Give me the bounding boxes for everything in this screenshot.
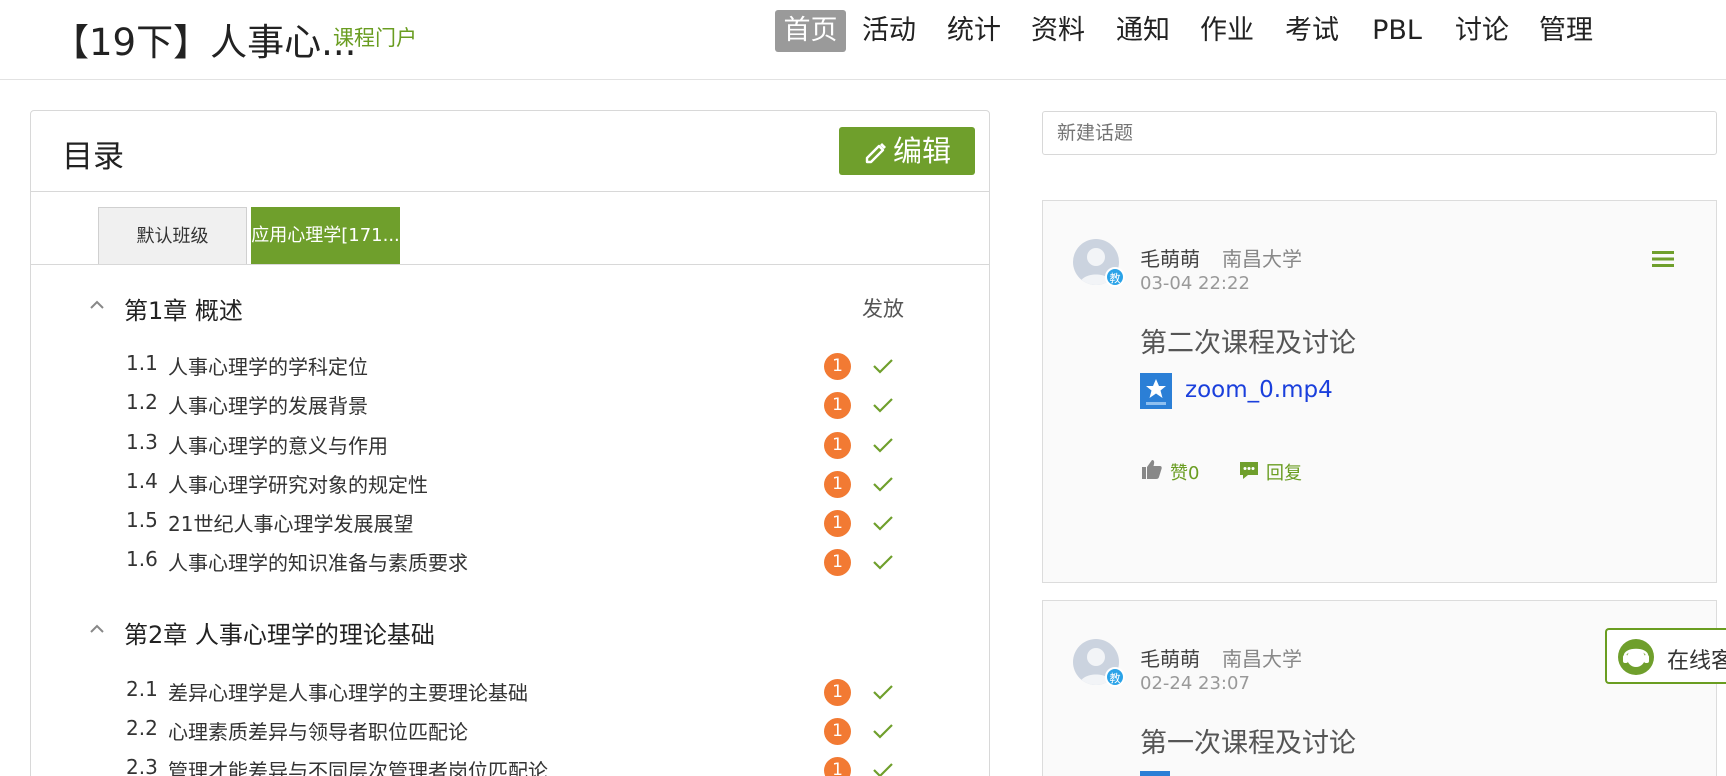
edit-label: 编辑 (892, 134, 951, 168)
section-item[interactable]: 2.2 心理素质差异与领导者职位匹配论 1 (31, 710, 989, 749)
section-number: 1.2 (126, 390, 158, 414)
section-title[interactable]: 心理素质差异与领导者职位匹配论 (168, 716, 468, 745)
teacher-badge: 教 (1105, 267, 1125, 287)
tab-applied-psychology[interactable]: 应用心理学[171... (251, 207, 400, 264)
task-count-badge: 1 (824, 432, 851, 459)
section-item[interactable]: 1.3 人事心理学的意义与作用 1 (31, 424, 989, 463)
nav-discussion[interactable]: 讨论 (1451, 10, 1513, 52)
chapter-header[interactable]: 第2章 人事心理学的理论基础 (31, 613, 989, 653)
section-number: 2.3 (126, 755, 158, 776)
section-item[interactable]: 1.5 21世纪人事心理学发展展望 1 (31, 502, 989, 541)
teacher-badge: 教 (1105, 667, 1125, 687)
author-name[interactable]: 毛萌萌 (1140, 643, 1200, 672)
section-title[interactable]: 差异心理学是人事心理学的主要理论基础 (168, 677, 528, 706)
section-title[interactable]: 21世纪人事心理学发展展望 (168, 508, 413, 537)
online-service-button[interactable]: 在线客服 (1605, 628, 1726, 684)
section-number: 2.2 (126, 716, 158, 740)
check-icon (873, 398, 893, 413)
section-number: 1.4 (126, 469, 158, 493)
comment-icon[interactable] (1238, 459, 1260, 481)
task-count-badge: 1 (824, 510, 851, 537)
check-icon (873, 685, 893, 700)
section-title[interactable]: 人事心理学的学科定位 (168, 351, 368, 380)
section-title[interactable]: 人事心理学的意义与作用 (168, 430, 388, 459)
edit-button[interactable]: 编辑 (839, 127, 975, 175)
task-count-badge: 1 (824, 757, 851, 776)
section-number: 2.1 (126, 677, 158, 701)
section-item[interactable]: 1.2 人事心理学的发展背景 1 (31, 384, 989, 423)
course-title: 【19下】人事心... (52, 21, 357, 64)
section-title[interactable]: 管理才能差异与不同层次管理者岗位匹配论 (168, 755, 548, 776)
nav-manage[interactable]: 管理 (1535, 10, 1597, 52)
post-title[interactable]: 第一次课程及讨论 (1140, 721, 1356, 760)
pencil-icon (865, 143, 886, 164)
thumbs-up-icon[interactable] (1140, 457, 1164, 481)
catalog-title: 目录 (62, 139, 124, 175)
release-column-label: 发放 (862, 297, 904, 321)
section-title[interactable]: 人事心理学研究对象的规定性 (168, 469, 428, 498)
task-count-badge: 1 (824, 679, 851, 706)
post-time: 03-04 22:22 (1140, 273, 1250, 294)
class-tabs: 默认班级 应用心理学[171... (31, 192, 989, 265)
section-number: 1.3 (126, 430, 158, 454)
check-icon (873, 359, 893, 374)
section-item[interactable]: 2.3 管理才能差异与不同层次管理者岗位匹配论 1 (31, 749, 989, 776)
task-count-badge: 1 (824, 718, 851, 745)
online-service-label: 在线客服 (1667, 649, 1726, 674)
catalog-panel: 目录 编辑 默认班级 应用心理学[171... 第1章 概述 发放 1.1 人事… (30, 110, 990, 776)
video-file-icon (1140, 771, 1170, 776)
nav-statistics[interactable]: 统计 (943, 10, 1005, 52)
nav-home[interactable]: 首页 (775, 10, 846, 52)
check-icon (873, 763, 893, 776)
section-number: 1.6 (126, 547, 158, 571)
tab-default-class[interactable]: 默认班级 (98, 207, 247, 264)
author-school: 南昌大学 (1222, 647, 1302, 671)
task-count-badge: 1 (824, 471, 851, 498)
nav-pbl[interactable]: PBL (1366, 10, 1428, 52)
section-item[interactable]: 2.1 差异心理学是人事心理学的主要理论基础 1 (31, 671, 989, 710)
author-school: 南昌大学 (1222, 247, 1302, 271)
section-title[interactable]: 人事心理学的发展背景 (168, 390, 368, 419)
attachment-link[interactable]: zoom_0.mp4 (1185, 377, 1333, 403)
discussion-card: 教 毛萌萌 南昌大学 02-24 23:07 第一次课程及讨论 (1042, 600, 1717, 776)
reply-button[interactable]: 回复 (1266, 459, 1302, 485)
chapter-title: 第1章 概述 (124, 297, 243, 325)
section-title[interactable]: 人事心理学的知识准备与素质要求 (168, 547, 468, 576)
catalog-header: 目录 编辑 (31, 111, 989, 192)
discussion-card: 教 毛萌萌 南昌大学 03-04 22:22 第二次课程及讨论 zoom_0.m… (1042, 200, 1717, 583)
chapter-title: 第2章 人事心理学的理论基础 (124, 621, 435, 649)
like-button[interactable]: 赞0 (1170, 459, 1199, 485)
section-number: 1.1 (126, 351, 158, 375)
chevron-up-icon[interactable] (87, 619, 107, 639)
video-file-icon (1140, 373, 1172, 409)
post-time: 02-24 23:07 (1140, 673, 1250, 694)
task-count-badge: 1 (824, 392, 851, 419)
section-number: 1.5 (126, 508, 158, 532)
author-name[interactable]: 毛萌萌 (1140, 243, 1200, 272)
nav-exams[interactable]: 考试 (1281, 10, 1343, 52)
section-item[interactable]: 1.1 人事心理学的学科定位 1 (31, 345, 989, 384)
menu-icon[interactable] (1651, 249, 1675, 269)
task-count-badge: 1 (824, 353, 851, 380)
task-count-badge: 1 (824, 549, 851, 576)
check-icon (873, 724, 893, 739)
check-icon (873, 477, 893, 492)
nav-notices[interactable]: 通知 (1112, 10, 1174, 52)
nav-homework[interactable]: 作业 (1196, 10, 1258, 52)
post-title[interactable]: 第二次课程及讨论 (1140, 321, 1356, 360)
headset-icon (1618, 639, 1654, 675)
new-topic-input[interactable] (1042, 111, 1717, 155)
chapter-header[interactable]: 第1章 概述 发放 (31, 289, 989, 329)
check-icon (873, 516, 893, 531)
chevron-up-icon[interactable] (87, 295, 107, 315)
check-icon (873, 438, 893, 453)
nav-activities[interactable]: 活动 (858, 10, 920, 52)
check-icon (873, 555, 893, 570)
section-item[interactable]: 1.6 人事心理学的知识准备与素质要求 1 (31, 541, 989, 580)
nav-materials[interactable]: 资料 (1027, 10, 1089, 52)
section-item[interactable]: 1.4 人事心理学研究对象的规定性 1 (31, 463, 989, 502)
top-header: 【19下】人事心... 课程门户 首页 活动 统计 资料 通知 作业 考试 PB… (0, 0, 1726, 80)
course-portal-link[interactable]: 课程门户 (333, 22, 417, 52)
